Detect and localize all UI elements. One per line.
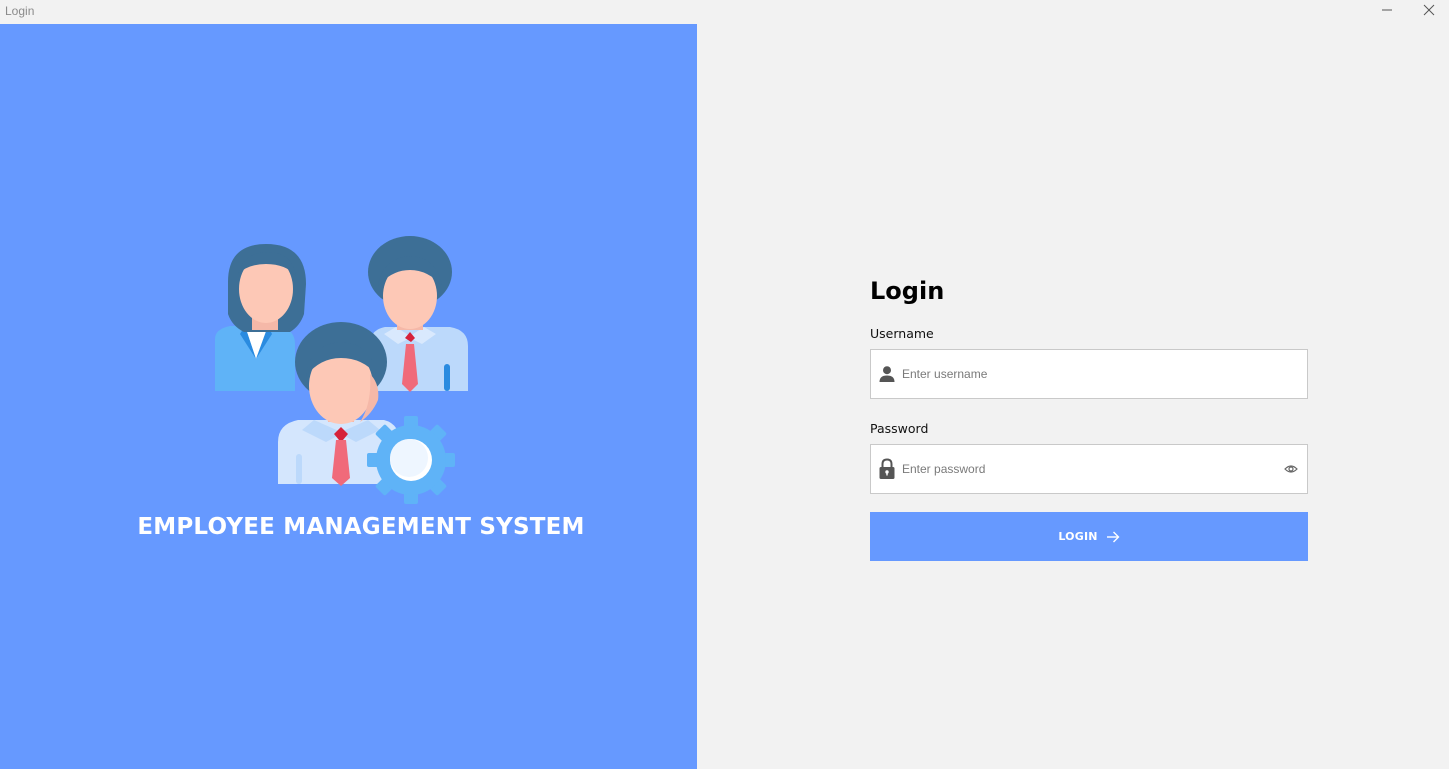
minimize-button[interactable]: [1366, 0, 1408, 20]
login-form: Login Username Password: [870, 272, 1308, 561]
username-input[interactable]: [902, 350, 1307, 398]
woman-figure: [215, 244, 306, 391]
eye-icon[interactable]: [1279, 464, 1303, 474]
branding-panel: EMPLOYEE MANAGEMENT SYSTEM: [0, 24, 697, 769]
user-icon: [872, 365, 902, 383]
minimize-icon: [1382, 9, 1392, 11]
login-button[interactable]: LOGIN: [870, 512, 1308, 561]
gear-icon: [367, 416, 455, 504]
lock-icon: [872, 458, 902, 480]
close-icon: [1423, 4, 1435, 16]
password-field[interactable]: [870, 444, 1308, 494]
title-bar: Login: [0, 0, 1449, 24]
login-button-label: LOGIN: [1058, 530, 1098, 543]
team-gear-illustration: [215, 236, 468, 504]
close-button[interactable]: [1408, 0, 1449, 20]
password-input[interactable]: [902, 445, 1279, 493]
app-name-heading: EMPLOYEE MANAGEMENT SYSTEM: [137, 514, 585, 540]
login-window: Login EMPLOYEE MANAGEMENT SYSTEM Login U…: [0, 0, 1449, 769]
arrow-right-icon: [1106, 531, 1120, 543]
username-field[interactable]: [870, 349, 1308, 399]
form-title: Login: [870, 277, 945, 305]
username-label: Username: [870, 326, 934, 341]
window-title: Login: [5, 4, 35, 18]
password-label: Password: [870, 421, 929, 436]
